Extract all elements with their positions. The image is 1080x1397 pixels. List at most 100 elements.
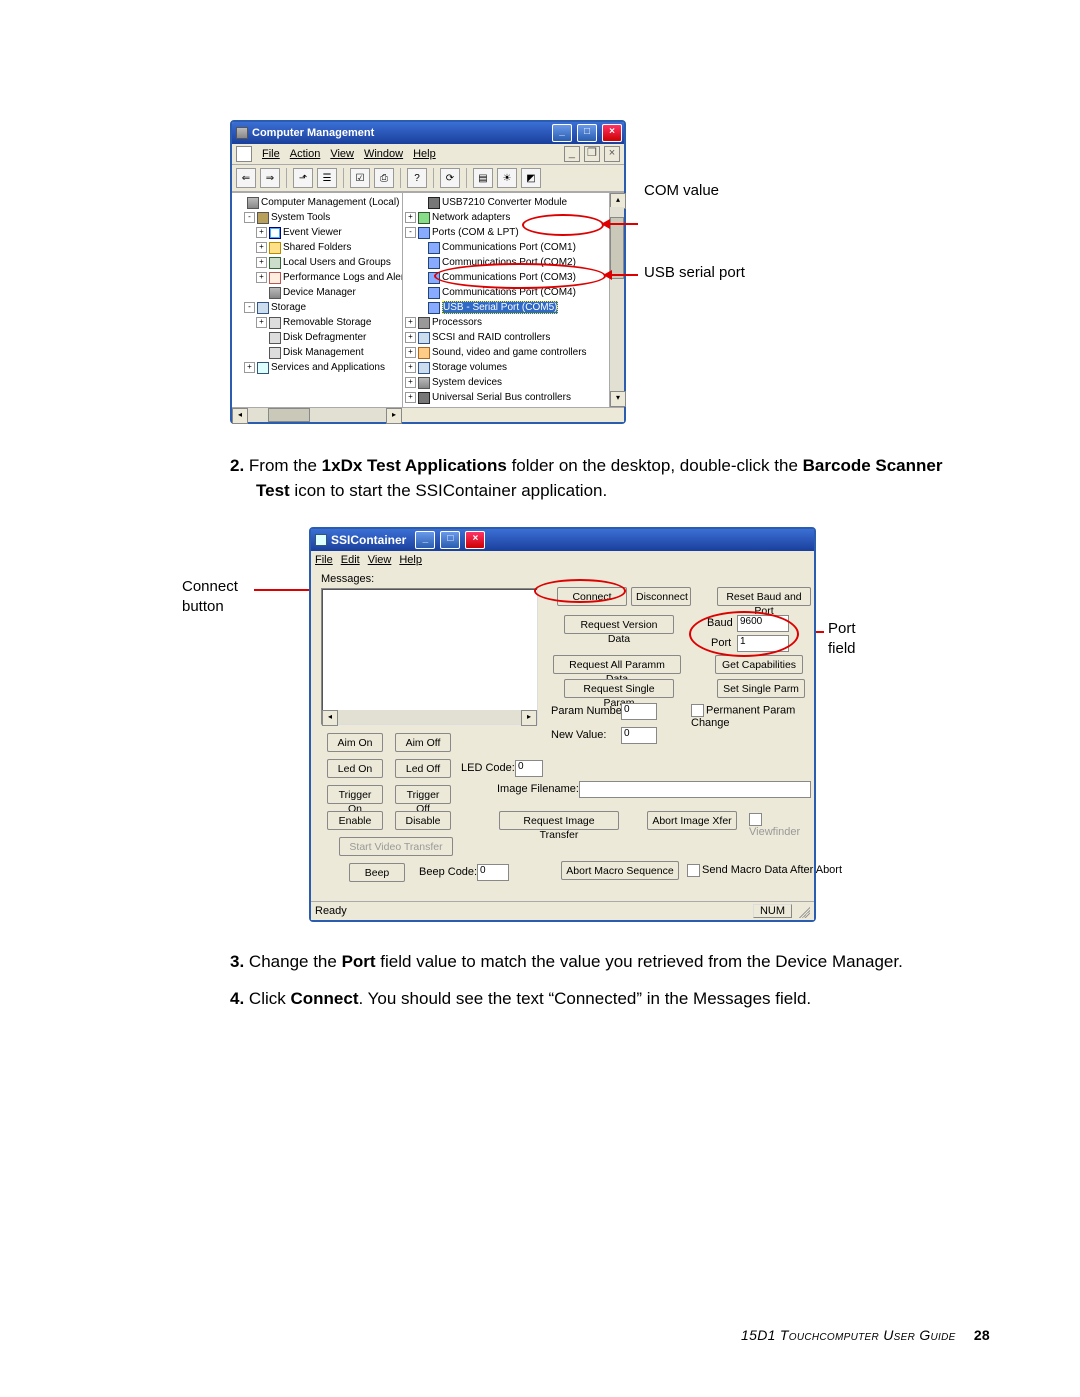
titlebar[interactable]: Computer Management _ □ × [232,122,624,144]
aim-off-button[interactable]: Aim Off [395,733,451,752]
tree-item[interactable]: +Shared Folders [232,240,402,255]
tree-item[interactable]: +Services and Applications [232,360,402,375]
send-macro-checkbox[interactable]: Send Macro Data After Abort [687,864,842,877]
param-number-input[interactable]: 0 [621,703,657,720]
menu-help[interactable]: Help [413,148,436,160]
scrollbar-thumb[interactable] [610,217,624,279]
step-3: 3. Change the Port field value to match … [230,950,980,975]
trigger-on-button[interactable]: Trigger On [327,785,383,804]
tree-item[interactable]: Disk Management [232,345,402,360]
tree-item[interactable]: USB7210 Converter Module [403,195,624,210]
mdi-minimize[interactable]: _ [564,146,580,162]
ssi-close[interactable]: × [465,531,485,549]
request-single-param-button[interactable]: Request Single Param [564,679,674,698]
menu-file[interactable]: File [262,148,280,160]
ssi-menu-view[interactable]: View [368,554,392,566]
help-icon[interactable]: ? [407,168,427,188]
refresh-icon[interactable]: ⟳ [440,168,460,188]
tree-item[interactable]: +SCSI and RAID controllers [403,330,624,345]
tree-item[interactable]: Communications Port (COM2) [403,255,624,270]
fwd-icon[interactable]: ⇒ [260,168,280,188]
beep-button[interactable]: Beep [349,863,405,882]
permanent-param-checkbox[interactable]: Permanent Param Change [691,704,808,729]
messages-box[interactable]: ◂ ▸ [321,588,538,725]
tree-item[interactable]: +Local Users and Groups [232,255,402,270]
reset-button[interactable]: Reset Baud and Port [717,587,811,606]
port-input[interactable]: 1 [737,635,789,652]
tree-item[interactable]: Computer Management (Local) [232,195,402,210]
tree-item[interactable]: +Storage volumes [403,360,624,375]
close-button[interactable]: × [602,124,622,142]
ssi-menu-edit[interactable]: Edit [341,554,360,566]
maximize-button[interactable]: □ [577,124,597,142]
tree-item[interactable]: Disk Defragmenter [232,330,402,345]
ssi-titlebar[interactable]: SSIContainer _ □ × [311,529,814,551]
led-code-input[interactable]: 0 [515,760,543,777]
minimize-button[interactable]: _ [552,124,572,142]
image-filename-input[interactable] [579,781,811,798]
get-capabilities-button[interactable]: Get Capabilities [715,655,803,674]
tree-item[interactable]: Device Manager [232,285,402,300]
set-single-param-button[interactable]: Set Single Parm [717,679,805,698]
tree-item[interactable]: -Storage [232,300,402,315]
tree-item[interactable]: +Universal Serial Bus controllers [403,390,624,405]
tree-item[interactable]: +Event Viewer [232,225,402,240]
request-image-button[interactable]: Request Image Transfer [499,811,619,830]
left-scrollbar[interactable]: ◂ ▸ [232,407,402,422]
tree-item[interactable]: Communications Port (COM4) [403,285,624,300]
disconnect-button[interactable]: Disconnect [631,587,691,606]
ssi-minimize[interactable]: _ [415,531,435,549]
scan-icon[interactable]: ☀ [497,168,517,188]
ssi-maximize[interactable]: □ [440,531,460,549]
led-off-button[interactable]: Led Off [395,759,451,778]
up-icon[interactable]: ⬏ [293,168,313,188]
mdi-close[interactable]: × [604,146,620,162]
disable-button[interactable]: Disable [395,811,451,830]
baud-input[interactable]: 9600 [737,615,789,632]
tree-item[interactable]: -Ports (COM & LPT) [403,225,624,240]
tree-item[interactable]: -System Tools [232,210,402,225]
abort-macro-button[interactable]: Abort Macro Sequence [561,861,679,880]
scroll-down-button[interactable]: ▾ [610,391,626,407]
request-version-button[interactable]: Request Version Data [564,615,674,634]
resize-grip-icon[interactable] [796,904,810,918]
enable-button[interactable]: Enable [327,811,383,830]
menu-window[interactable]: Window [364,148,403,160]
tree-item[interactable]: +Sound, video and game controllers [403,345,624,360]
pc-icon[interactable]: ▤ [473,168,493,188]
trigger-off-button[interactable]: Trigger Off [395,785,451,804]
led-on-button[interactable]: Led On [327,759,383,778]
msg-scroll-left[interactable]: ◂ [322,710,338,726]
msg-scroll-right[interactable]: ▸ [521,710,537,726]
tree-item[interactable]: +Network adapters [403,210,624,225]
tree-item[interactable]: +Processors [403,315,624,330]
start-video-button: Start Video Transfer [339,837,453,856]
beep-code-input[interactable]: 0 [477,864,509,881]
tree-item[interactable]: Communications Port (COM3) [403,270,624,285]
status-ready: Ready [315,905,347,917]
param-number-label: Param Number: [551,705,629,717]
tree-item[interactable]: +Removable Storage [232,315,402,330]
tree-item[interactable]: +Performance Logs and Alerts [232,270,402,285]
abort-image-button[interactable]: Abort Image Xfer [647,811,737,830]
back-icon[interactable]: ⇐ [236,168,256,188]
mdi-restore[interactable]: ❐ [584,146,600,162]
ssi-menu-file[interactable]: File [315,554,333,566]
list-icon[interactable]: ☰ [317,168,337,188]
ssi-menu-help[interactable]: Help [399,554,422,566]
new-value-input[interactable]: 0 [621,727,657,744]
menu-action[interactable]: Action [290,148,321,160]
tree-item[interactable]: +System devices [403,375,624,390]
request-all-params-button[interactable]: Request All Paramm Data [553,655,681,674]
tree-right-pane[interactable]: USB7210 Converter Module+Network adapter… [403,193,624,407]
view-icon[interactable]: ◩ [521,168,541,188]
menu-view[interactable]: View [330,148,354,160]
connect-button[interactable]: Connect [557,587,627,606]
status-bar: Ready NUM [311,901,814,920]
tree-item[interactable]: Communications Port (COM1) [403,240,624,255]
properties-icon[interactable]: ☑ [350,168,370,188]
tree-left-pane[interactable]: Computer Management (Local)-System Tools… [232,193,403,407]
aim-on-button[interactable]: Aim On [327,733,383,752]
tree-item[interactable]: USB - Serial Port (COM5) [403,300,624,315]
print-icon[interactable]: ⎙ [374,168,394,188]
